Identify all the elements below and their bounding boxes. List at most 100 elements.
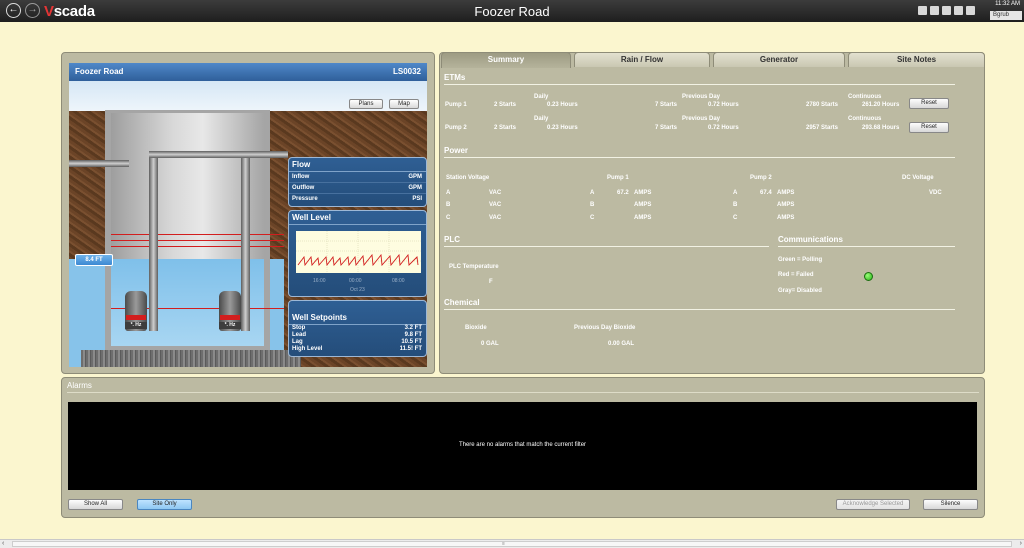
silence-button[interactable]: Silence (923, 499, 978, 510)
etm-pump-name: Pump 1 (445, 102, 467, 108)
show-all-button[interactable]: Show All (68, 499, 123, 510)
back-icon[interactable]: ← (6, 3, 21, 18)
site-panel: Foozer Road LS0032 Plans Map *. Hz *. Hz… (61, 52, 435, 374)
vdc-unit: VDC (929, 190, 942, 196)
clock: 11:32 AM (995, 1, 1020, 7)
flow-title: Flow (289, 158, 426, 172)
well-level-title: Well Level (289, 211, 426, 225)
etm-value: 7 Starts (655, 102, 678, 108)
etms-title: ETMs (444, 73, 466, 82)
prev-bioxide-value: 0.00 GAL (608, 341, 635, 347)
bioxide-label: Bioxide (465, 325, 487, 331)
setpoints-box: Well Setpoints Stop 3.2 FT Lead 9.8 FT Lag… (288, 300, 427, 357)
etm-value: 0.72 Hours (708, 102, 739, 108)
prev-bioxide-label: Previous Day Bioxide (574, 325, 636, 331)
settings-icon[interactable] (930, 6, 939, 15)
pump-2-speed: *. Hz (219, 322, 241, 329)
pump2-amps-a: 67.4 (760, 190, 772, 196)
etm-value: 0.23 Hours (547, 102, 578, 108)
etm-daily-label: Daily (534, 94, 549, 100)
phase-label: B (733, 202, 738, 208)
reset-pump-2-button[interactable]: Reset (909, 122, 949, 133)
amps-unit: AMPS (634, 190, 652, 196)
site-id: LS0032 (392, 67, 421, 76)
plc-title: PLC (444, 235, 460, 244)
map-button[interactable]: Map (389, 99, 419, 109)
reset-pump-1-button[interactable]: Reset (909, 98, 949, 109)
alarms-title: Alarms (67, 381, 92, 390)
print-icon[interactable] (954, 6, 963, 15)
trend-tick: 08:00 (392, 278, 405, 284)
etm-value: 261.20 Hours (862, 102, 900, 108)
forward-icon[interactable]: → (25, 3, 40, 18)
etm-pump-name: Pump 2 (445, 125, 467, 131)
comms-status-icon (864, 272, 873, 281)
etm-prev-label: Previous Day (682, 116, 721, 122)
header-pipe (149, 151, 250, 158)
tag-icon[interactable] (918, 6, 927, 15)
app-logo: Vscada (44, 3, 95, 20)
pump1-power-label: Pump 1 (607, 175, 629, 181)
etm-value: 0.72 Hours (708, 125, 739, 131)
setpoints-title: Well Setpoints (289, 301, 426, 325)
setpoint-row: High Level 11.5! FT (292, 346, 422, 352)
trend-line (296, 231, 421, 273)
phase-label: B (446, 202, 451, 208)
divider (444, 84, 955, 85)
outflow-pipe (250, 151, 288, 158)
discharge-pipe-1 (149, 151, 158, 331)
toolbar-icons (918, 6, 978, 17)
etm-value: 7 Starts (655, 125, 678, 131)
flow-box: Flow Inflow GPM Outflow GPM Pressure PSI (288, 157, 427, 207)
alarm-empty-message: There are no alarms that match the curre… (458, 442, 587, 448)
phase-label: A (733, 190, 738, 196)
vac-unit: VAC (489, 202, 502, 208)
vac-unit: VAC (489, 215, 502, 221)
horizontal-scrollbar[interactable]: ‹ ≡ › (0, 539, 1024, 548)
plc-temp-label: PLC Temperature (449, 264, 499, 270)
report-icon[interactable] (942, 6, 951, 15)
flow-row: Pressure PSI (292, 196, 422, 202)
comms-legend: Gray= Disabled (778, 288, 822, 294)
etm-daily-label: Daily (534, 116, 549, 122)
acknowledge-selected-button[interactable]: Acknowledge Selected (836, 499, 910, 510)
plans-button[interactable]: Plans (349, 99, 383, 109)
setpoint-row: Lag 10.5 FT (292, 339, 422, 345)
tab-summary[interactable]: Summary (441, 52, 571, 68)
etm-value: 293.68 Hours (862, 125, 900, 131)
amps-unit: AMPS (634, 215, 652, 221)
vac-unit: VAC (489, 190, 502, 196)
flow-row: Inflow GPM (289, 172, 426, 183)
comms-legend: Red = Failed (778, 272, 814, 278)
etm-value: 2 Starts (494, 125, 517, 131)
tab-site-notes[interactable]: Site Notes (848, 52, 985, 67)
summary-panel (439, 52, 985, 374)
amps-unit: AMPS (777, 215, 795, 221)
setpoint-row: Lead 9.8 FT (292, 332, 422, 338)
gravel-base (81, 350, 301, 367)
user-menu[interactable]: Bgrub (990, 11, 1022, 20)
etm-cont-label: Continuous (848, 116, 882, 122)
divider (778, 246, 955, 247)
phase-label: B (590, 202, 595, 208)
bioxide-value: 0 GAL (481, 341, 499, 347)
trend-date: Oct 23 (350, 287, 365, 293)
divider (444, 157, 955, 158)
scroll-left-icon[interactable]: ‹ (2, 540, 4, 547)
etm-value: 0.23 Hours (547, 125, 578, 131)
setpoint-line-high (111, 234, 284, 235)
scroll-grip-icon: ≡ (502, 541, 505, 547)
setpoint-row: Stop 3.2 FT (292, 325, 422, 331)
phase-label: A (446, 190, 451, 196)
etm-value: 2957 Starts (806, 125, 839, 131)
site-only-button[interactable]: Site Only (137, 499, 192, 510)
amps-unit: AMPS (777, 202, 795, 208)
trend-tick: 16:00 (313, 278, 326, 284)
tab-rain-flow[interactable]: Rain / Flow (574, 52, 710, 67)
scrollbar-thumb[interactable] (12, 541, 1012, 547)
comms-title: Communications (778, 235, 843, 244)
flow-row: Outflow GPM (289, 183, 426, 194)
tab-generator[interactable]: Generator (713, 52, 845, 67)
scroll-right-icon[interactable]: › (1020, 540, 1022, 547)
bell-icon[interactable] (966, 6, 975, 15)
